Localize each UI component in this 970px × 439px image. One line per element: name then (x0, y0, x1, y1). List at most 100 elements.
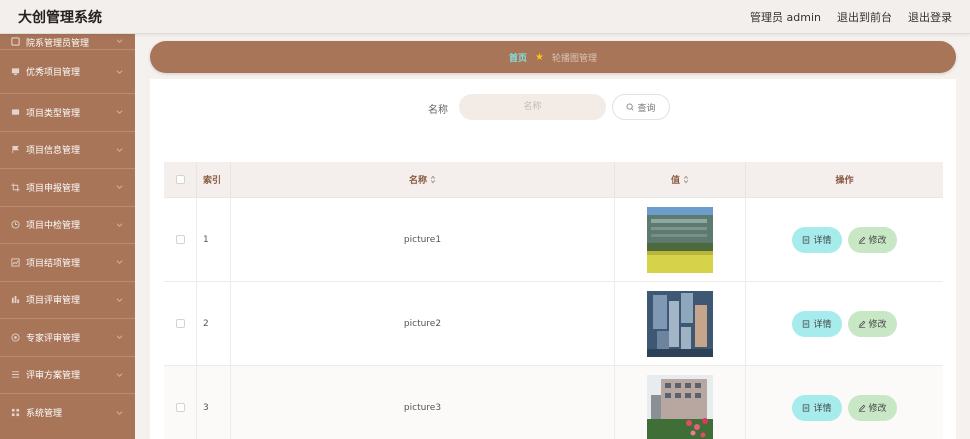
row-name: picture1 (230, 198, 614, 281)
content-card: 名称 查询 索引 名称 值 操作 (150, 79, 956, 439)
detail-button[interactable]: 详情 (792, 394, 842, 421)
help-icon (11, 333, 20, 342)
detail-button[interactable]: 详情 (792, 226, 842, 253)
edit-icon (858, 320, 866, 328)
sidebar-item-project-types[interactable]: 项目类型管理 (0, 94, 135, 132)
table-row: 2 picture2 详情 修改 (164, 282, 943, 366)
sort-icon[interactable] (683, 175, 689, 184)
sidebar-item-expert-review[interactable]: 专家评审管理 (0, 319, 135, 357)
table-row: 3 picture3 详情 修改 (164, 366, 943, 439)
row-checkbox[interactable] (175, 319, 185, 328)
breadcrumb-current: 轮播图管理 (551, 53, 597, 64)
sidebar-item-midterm-check[interactable]: 项目中检管理 (0, 207, 135, 244)
monitor-icon (11, 67, 20, 76)
top-bar: 大创管理系统 管理员 admin 退出到前台 退出登录 (0, 0, 970, 34)
sort-icon[interactable] (430, 175, 436, 184)
row-name: picture3 (230, 366, 614, 439)
row-checkbox-cell (164, 198, 197, 281)
header-value: 值 (670, 176, 680, 186)
sidebar-item-excellent-projects[interactable]: 优秀项目管理 (0, 50, 135, 94)
star-icon: ★ (535, 51, 544, 63)
header-name-cell[interactable]: 名称 (230, 162, 614, 197)
detail-button-label: 详情 (813, 320, 832, 330)
edit-button-label: 修改 (868, 236, 887, 246)
search-icon (626, 103, 634, 111)
sidebar-item-label: 项目评审管理 (26, 296, 81, 307)
document-icon (802, 319, 810, 328)
detail-button[interactable]: 详情 (792, 310, 842, 337)
user-icon (11, 37, 20, 46)
row-actions: 详情 修改 (745, 198, 943, 281)
edit-icon (858, 404, 866, 412)
chevron-down-icon (116, 69, 123, 74)
sidebar-item-label: 评审方案管理 (26, 371, 81, 382)
header-value-cell[interactable]: 值 (614, 162, 745, 197)
sidebar: 院系管理员管理 优秀项目管理 项目类型管理 项目信息管理 项目申报管理 项目中检… (0, 34, 135, 439)
header-actions: 操作 (745, 162, 943, 197)
exit-to-front-link[interactable]: 退出到前台 (837, 9, 892, 25)
edit-icon (858, 236, 866, 244)
sidebar-item-project-application[interactable]: 项目申报管理 (0, 169, 135, 207)
admin-label: 管理员 admin (750, 11, 821, 24)
chevron-down-icon (116, 39, 123, 44)
building-with-flowers-image[interactable] (647, 374, 713, 439)
chevron-down-icon (116, 222, 123, 227)
sidebar-item-label: 项目中检管理 (26, 221, 81, 232)
chart-icon (11, 258, 20, 267)
edit-button-label: 修改 (868, 320, 887, 330)
row-index: 1 (203, 234, 209, 245)
sidebar-item-label: 项目申报管理 (26, 183, 81, 194)
blue-abstract-blocks-image[interactable] (647, 290, 713, 357)
search-label: 名称 (428, 105, 448, 116)
sidebar-item-project-review[interactable]: 项目评审管理 (0, 282, 135, 319)
select-all-cell (164, 162, 197, 197)
chevron-down-icon (116, 110, 123, 115)
row-actions: 详情 修改 (745, 282, 943, 365)
row-checkbox[interactable] (175, 235, 185, 244)
sidebar-item-project-info[interactable]: 项目信息管理 (0, 132, 135, 169)
edit-button[interactable]: 修改 (847, 310, 897, 337)
logout-link[interactable]: 退出登录 (908, 9, 952, 25)
row-value-cell (614, 282, 745, 365)
sidebar-item-label: 项目结项管理 (26, 258, 81, 269)
edit-button[interactable]: 修改 (847, 394, 897, 421)
table-header: 索引 名称 值 操作 (164, 162, 943, 198)
sidebar-item-project-completion[interactable]: 项目结项管理 (0, 244, 135, 282)
chevron-down-icon (116, 297, 123, 302)
search-input[interactable] (459, 94, 606, 120)
row-checkbox-cell (164, 366, 197, 439)
row-checkbox[interactable] (175, 403, 185, 412)
row-value-cell (614, 198, 745, 281)
search-row: 名称 查询 (150, 93, 956, 120)
sidebar-item-review-plan[interactable]: 评审方案管理 (0, 357, 135, 394)
breadcrumb-home[interactable]: 首页 (509, 51, 527, 64)
sidebar-item-department-admin[interactable]: 院系管理员管理 (0, 34, 135, 50)
row-name: picture2 (230, 282, 614, 365)
top-right-links: 管理员 admin 退出到前台 退出登录 (750, 9, 952, 25)
grid-icon (11, 408, 20, 417)
sidebar-item-label: 系统管理 (26, 409, 63, 420)
header-index: 索引 (203, 176, 222, 186)
row-value-cell (614, 366, 745, 439)
crop-icon (11, 183, 20, 192)
list-icon (11, 370, 20, 379)
sidebar-item-label: 院系管理员管理 (26, 39, 90, 49)
sidebar-item-label: 项目信息管理 (26, 146, 81, 157)
row-checkbox-cell (164, 282, 197, 365)
edit-button-label: 修改 (868, 404, 887, 414)
table-row: 1 picture1 详情 修改 (164, 198, 943, 282)
chevron-down-icon (116, 335, 123, 340)
chevron-down-icon (116, 410, 123, 415)
flag-icon (11, 145, 20, 154)
row-index: 2 (203, 318, 209, 329)
select-all-checkbox[interactable] (175, 175, 185, 184)
edit-button[interactable]: 修改 (847, 226, 897, 253)
app-title: 大创管理系统 (18, 10, 102, 26)
search-button[interactable]: 查询 (612, 94, 670, 120)
row-actions: 详情 修改 (745, 366, 943, 439)
row-index: 3 (203, 402, 209, 413)
sidebar-item-system[interactable]: 系统管理 (0, 394, 135, 432)
campus-building-field-image[interactable] (647, 206, 713, 273)
main-content: 首页 ★ 轮播图管理 名称 查询 索引 名称 值 (135, 34, 970, 439)
chevron-down-icon (116, 185, 123, 190)
